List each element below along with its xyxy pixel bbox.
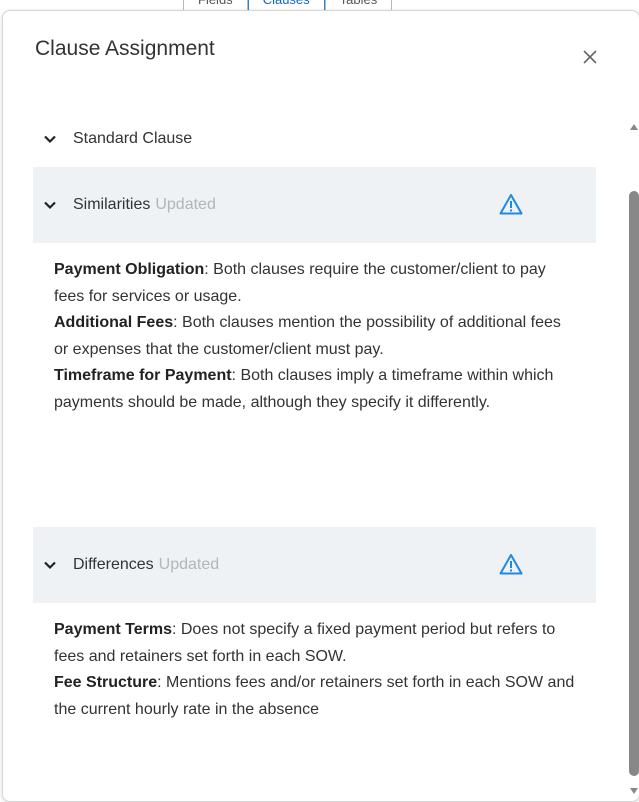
warning-icon[interactable] [499,553,523,575]
warning-icon[interactable] [499,193,523,215]
updated-status: Updated [155,196,216,213]
item-term: Payment Obligation [54,261,205,278]
similarities-body: Payment Obligation: Both clauses require… [33,243,596,527]
updated-status: Updated [158,556,220,573]
differences-body: Payment Terms: Does not specify a fixed … [33,603,596,723]
section-label: Similarities [73,196,151,213]
chevron-down-icon [44,561,56,570]
section-label: Differences [73,556,154,573]
close-icon [583,50,597,64]
section-standard-clause[interactable]: Standard Clause [33,111,596,167]
item-term: Fee Structure [54,674,158,691]
item-term: Timeframe for Payment [54,367,232,384]
section-similarities[interactable]: Similarities Updated [33,167,596,243]
item-term: Payment Terms [54,621,172,638]
item-term: Additional Fees [54,314,174,331]
close-button[interactable] [578,45,602,69]
scrollbar-thumb[interactable] [629,191,639,776]
scroll-up-arrow-icon[interactable] [629,123,639,131]
chevron-down-icon [44,201,56,210]
section-label: Standard Clause [73,130,193,147]
clause-assignment-panel: Clause Assignment Standard Clause Simila… [2,10,639,802]
section-differences[interactable]: Differences Updated [33,527,596,603]
panel-content: Standard Clause Similarities Updated Pay… [33,111,596,723]
panel-title: Clause Assignment [35,37,215,60]
chevron-down-icon [44,135,56,144]
